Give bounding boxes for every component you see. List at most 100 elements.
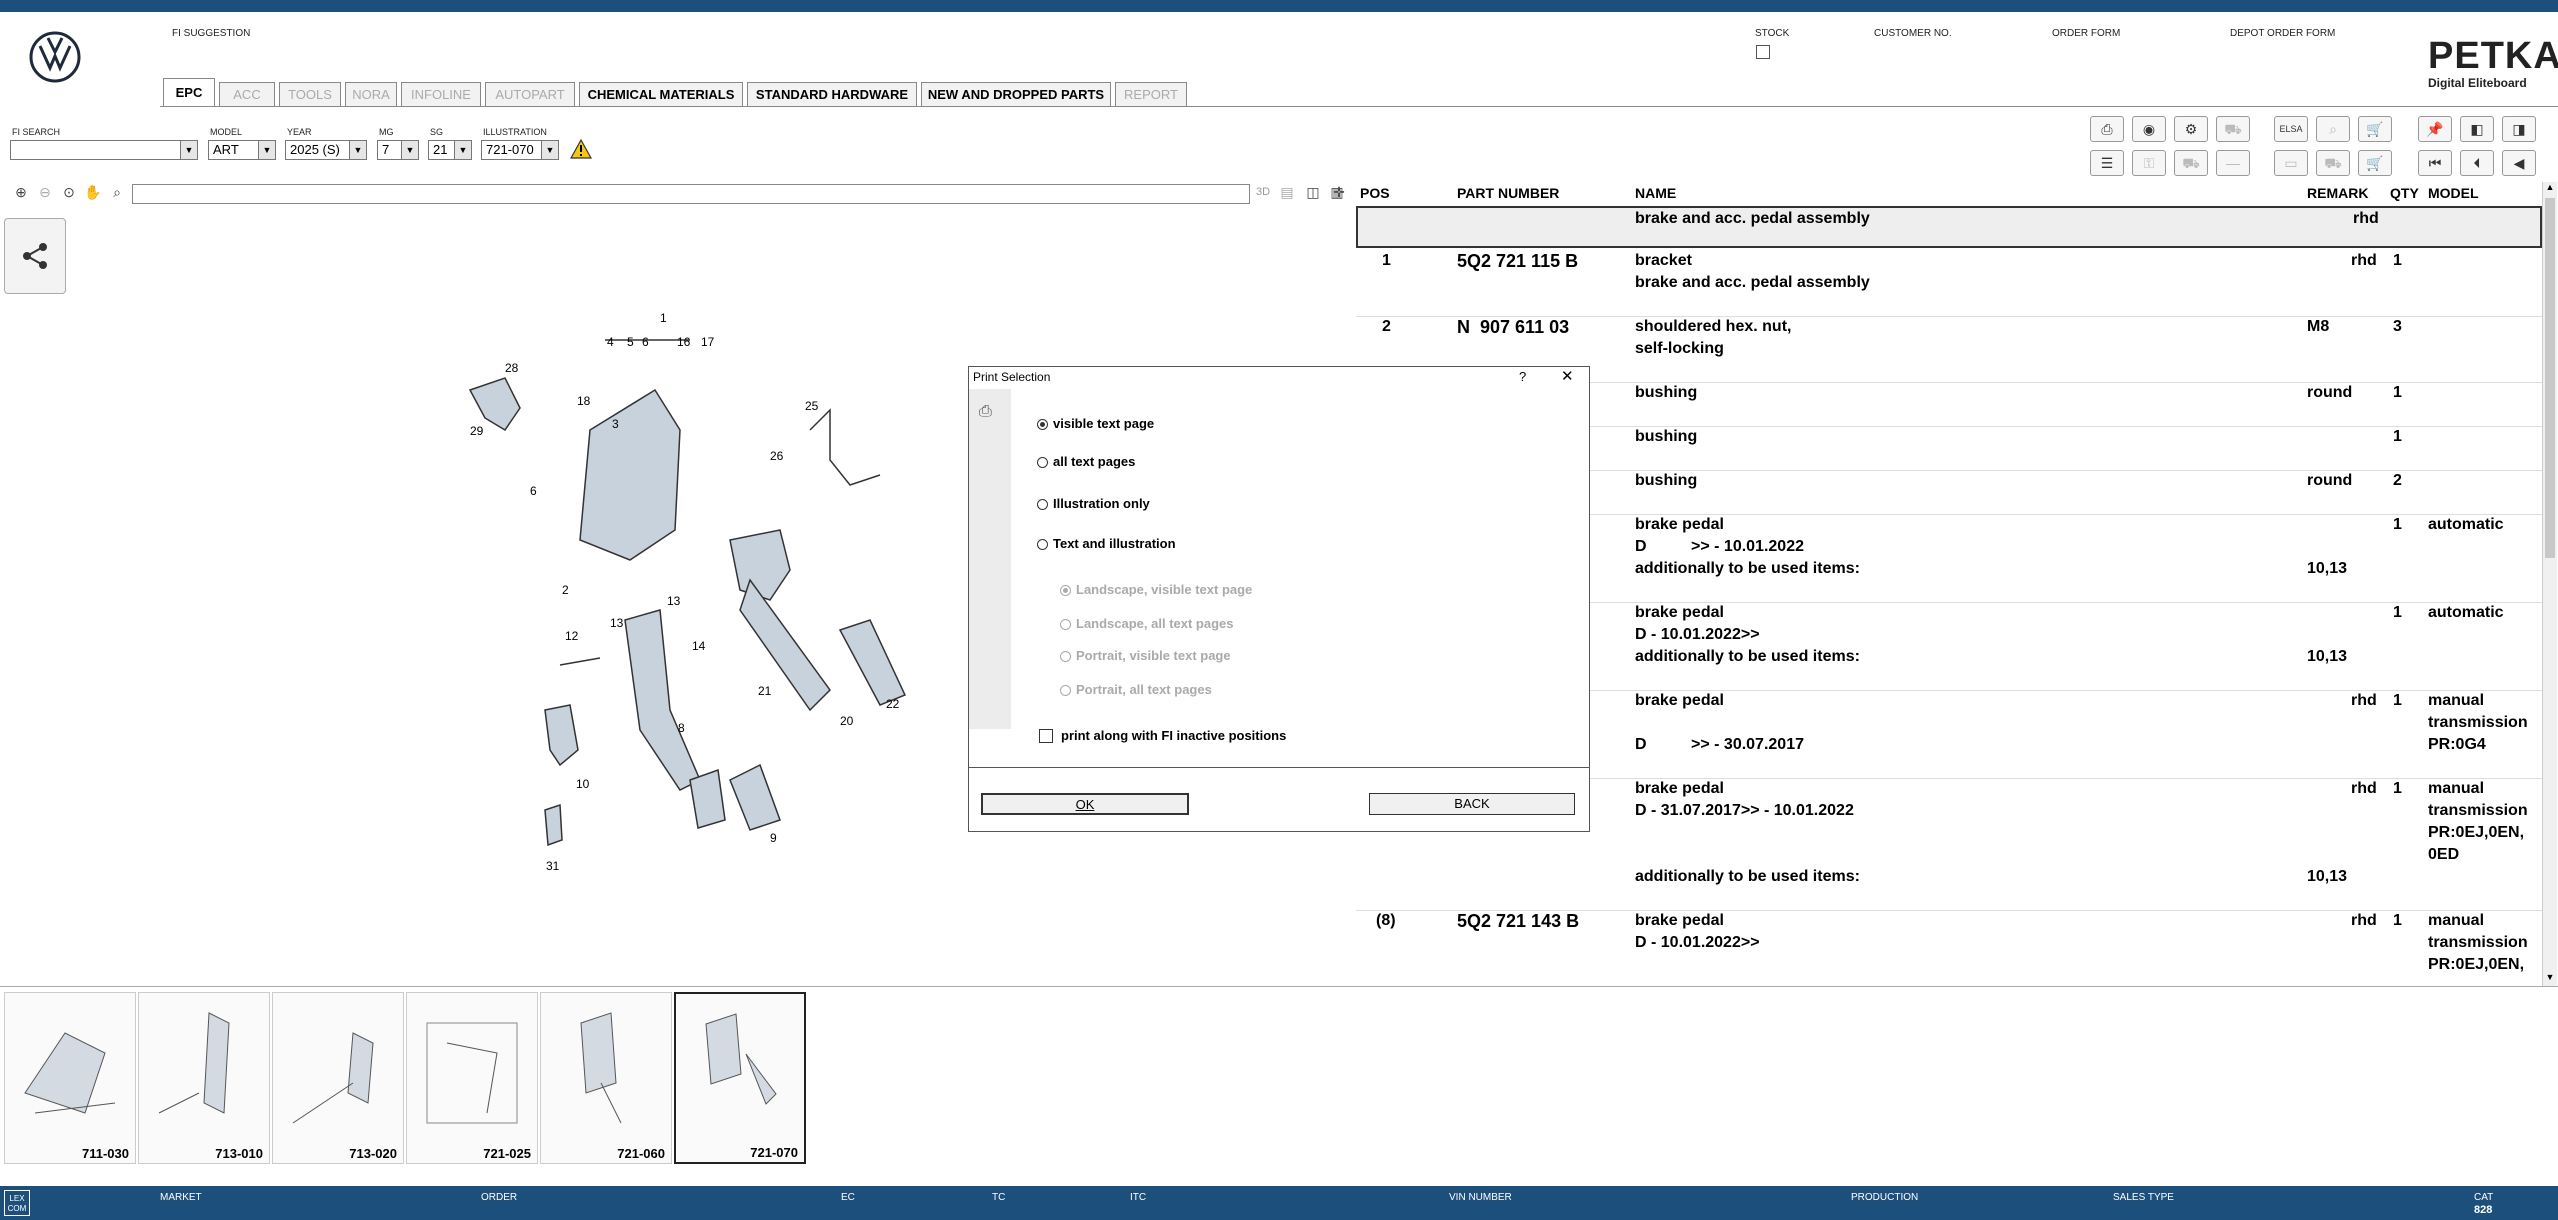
customer-no-label[interactable]: CUSTOMER NO. — [1874, 28, 1952, 39]
option-portrait-all[interactable]: Portrait, all text pages — [1076, 682, 1212, 697]
basket-icon[interactable]: 🛒 — [2358, 150, 2392, 176]
page-prev-icon[interactable]: ◧ — [2460, 116, 2494, 142]
table-row[interactable]: 1 5Q2 721 115 B bracket brake and acc. p… — [1356, 250, 2542, 317]
tab-autopart[interactable]: AUTOPART — [485, 82, 575, 106]
truck-icon[interactable]: ⛟ — [2316, 150, 2350, 176]
hand-icon[interactable]: ✋ — [84, 182, 102, 202]
mg-combo[interactable]: 7 ▼ — [377, 140, 419, 160]
radio-landscape-visible[interactable] — [1060, 585, 1071, 596]
option-portrait-visible[interactable]: Portrait, visible text page — [1076, 648, 1231, 663]
option-landscape-visible[interactable]: Landscape, visible text page — [1076, 582, 1252, 597]
key-icon[interactable]: ⚿ — [2132, 150, 2166, 176]
thumbnail-713-010[interactable]: 713-010 — [138, 992, 270, 1164]
year-combo[interactable]: 2025 (S) ▼ — [285, 140, 367, 160]
pin-icon[interactable]: 📌 — [2418, 116, 2452, 142]
viewer-search-field[interactable] — [132, 184, 1250, 204]
order-form-label[interactable]: ORDER FORM — [2052, 28, 2120, 39]
chevron-down-icon[interactable]: ▼ — [454, 141, 471, 159]
columns-icon[interactable]: ◫ — [1304, 182, 1322, 202]
radio-visible-text-page[interactable] — [1037, 419, 1048, 430]
close-icon[interactable]: ✕ — [1561, 367, 1574, 385]
radio-all-text-pages[interactable] — [1037, 457, 1048, 468]
sg-combo[interactable]: 21 ▼ — [428, 140, 472, 160]
doc-icon[interactable]: ▭ — [2274, 150, 2308, 176]
list-icon[interactable]: ☰ — [2090, 150, 2124, 176]
option-all-text-pages[interactable]: all text pages — [1053, 454, 1135, 469]
print-icon[interactable]: ⎙ — [2090, 116, 2124, 142]
option-visible-text-page[interactable]: visible text page — [1053, 416, 1154, 431]
thumbnail-721-060[interactable]: 721-060 — [540, 992, 672, 1164]
tab-new-and-dropped-parts[interactable]: NEW AND DROPPED PARTS — [921, 82, 1111, 106]
scroll-up-icon[interactable]: ▲ — [2543, 182, 2557, 196]
thumbnail-713-020[interactable]: 713-020 — [272, 992, 404, 1164]
fi-inactive-label[interactable]: print along with FI inactive positions — [1061, 728, 1286, 743]
elsa-icon[interactable]: ELSA — [2274, 116, 2308, 142]
table-row[interactable]: brake and acc. pedal assembly rhd — [1356, 206, 2542, 248]
first-icon[interactable]: ⏮ — [2418, 150, 2452, 176]
chevron-down-icon[interactable]: ▼ — [258, 141, 275, 159]
cart-icon[interactable]: 🛒 — [2358, 116, 2392, 142]
scroll-thumb[interactable] — [2545, 198, 2555, 558]
stock-checkbox[interactable] — [1756, 45, 1770, 59]
page-next-icon[interactable]: ◨ — [2502, 116, 2536, 142]
thumbnail-721-025[interactable]: 721-025 — [406, 992, 538, 1164]
fi-search-combo[interactable]: ▼ — [10, 140, 198, 160]
remark: 10,13 — [2307, 560, 2348, 577]
scroll-down-icon[interactable]: ▼ — [2543, 972, 2557, 986]
depot-order-form-label[interactable]: DEPOT ORDER FORM — [2230, 28, 2335, 39]
table-row[interactable]: (8) 5Q2 721 143 B brake pedal D - 10.01.… — [1356, 910, 2542, 986]
thumbnail-711-030[interactable]: 711-030 — [4, 992, 136, 1164]
col-qty[interactable]: QTY — [2390, 185, 2419, 201]
radio-illustration-only[interactable] — [1037, 499, 1048, 510]
radio-portrait-visible[interactable] — [1060, 651, 1071, 662]
help-button[interactable]: ? — [1519, 369, 1526, 384]
share-button[interactable] — [4, 218, 66, 294]
option-illustration-only[interactable]: Illustration only — [1053, 496, 1150, 511]
radio-portrait-all[interactable] — [1060, 685, 1071, 696]
split-view-icon[interactable]: ▤ — [1278, 182, 1296, 202]
search-icon[interactable]: ⌕ — [108, 182, 126, 202]
search-parts-icon[interactable]: ⌕ — [2316, 116, 2350, 142]
tab-report[interactable]: REPORT — [1115, 82, 1187, 106]
fi-inactive-checkbox[interactable] — [1039, 729, 1053, 743]
tab-acc[interactable]: ACC — [219, 82, 275, 106]
chevron-down-icon[interactable]: ▼ — [401, 141, 418, 159]
tab-standard-hardware[interactable]: STANDARD HARDWARE — [747, 82, 917, 106]
col-model[interactable]: MODEL — [2428, 185, 2479, 201]
zoom-out-icon[interactable]: ⊖ — [36, 182, 54, 202]
car-part-icon[interactable]: ⚙ — [2174, 116, 2208, 142]
illustration-combo[interactable]: 721-070 ▼ — [481, 140, 559, 160]
col-part-number[interactable]: PART NUMBER — [1457, 185, 1559, 201]
btn-3d[interactable]: 3D — [1252, 182, 1274, 202]
tab-chemical-materials[interactable]: CHEMICAL MATERIALS — [579, 82, 743, 106]
radio-landscape-all[interactable] — [1060, 619, 1071, 630]
disc-icon[interactable]: ◉ — [2132, 116, 2166, 142]
chevron-down-icon[interactable]: ▼ — [180, 141, 197, 159]
chevron-down-icon[interactable]: ▼ — [349, 141, 366, 159]
option-landscape-all[interactable]: Landscape, all text pages — [1076, 616, 1234, 631]
col-pos[interactable]: POS — [1360, 185, 1390, 201]
tab-infoline[interactable]: INFOLINE — [401, 82, 481, 106]
table-scrollbar[interactable]: ▲ ▼ — [2542, 182, 2557, 986]
ok-button[interactable]: OK — [981, 793, 1189, 815]
vehicle-icon[interactable]: ⛟ — [2174, 150, 2208, 176]
zoom-in-icon[interactable]: ⊕ — [12, 182, 30, 202]
zoom-fit-icon[interactable]: ⊙ — [60, 182, 78, 202]
move-icon[interactable]: ✛ — [1330, 182, 1348, 202]
warning-icon[interactable] — [569, 138, 593, 164]
option-text-and-illustration[interactable]: Text and illustration — [1053, 536, 1176, 551]
model-combo[interactable]: ART ▼ — [208, 140, 276, 160]
back-button[interactable]: BACK — [1369, 793, 1575, 815]
tab-epc[interactable]: EPC — [163, 78, 215, 106]
col-name[interactable]: NAME — [1635, 185, 1676, 201]
thumbnail-721-070[interactable]: 721-070 — [674, 992, 806, 1164]
prev-icon[interactable]: ⏴ — [2460, 150, 2494, 176]
radio-text-and-illustration[interactable] — [1037, 539, 1048, 550]
col-remark[interactable]: REMARK — [2307, 185, 2368, 201]
tab-nora[interactable]: NORA — [345, 82, 397, 106]
car-icon[interactable]: ⛟ — [2216, 116, 2250, 142]
tab-tools[interactable]: TOOLS — [279, 82, 341, 106]
back-icon[interactable]: ◀ — [2502, 150, 2536, 176]
minus-icon[interactable]: — — [2216, 150, 2250, 176]
chevron-down-icon[interactable]: ▼ — [541, 141, 558, 159]
